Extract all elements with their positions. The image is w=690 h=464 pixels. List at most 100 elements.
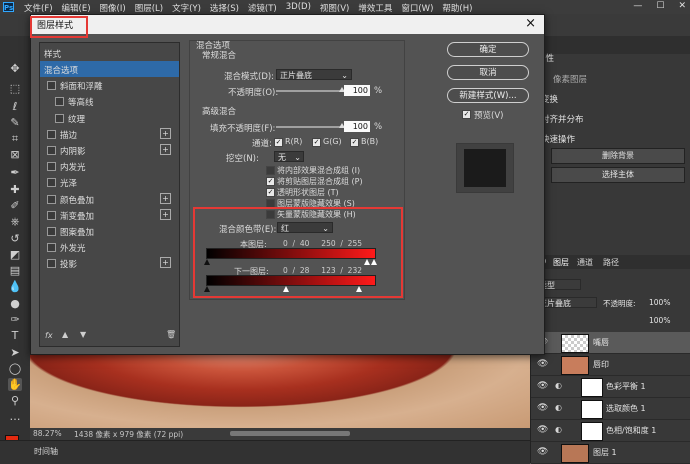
menu-item[interactable]: 帮助(H) [442,2,472,14]
layer-row[interactable]: 👁 ◐ 选取颜色 1 [531,398,690,420]
move-tool-icon[interactable]: ✥ [8,62,22,75]
marquee-tool-icon[interactable]: ⬚ [8,82,22,95]
more-tools-icon[interactable]: … [8,410,22,423]
layer-row[interactable]: 👁 嘴唇 [531,332,690,354]
style-checkbox[interactable] [47,243,56,253]
blend-interior-checkbox[interactable] [266,166,275,175]
pen-tool-icon[interactable]: ✑ [8,313,22,326]
clone-stamp-icon[interactable]: ⎈ [8,215,22,228]
style-item[interactable]: 斜面和浮雕 [40,77,179,93]
remove-background-button[interactable]: 删除背景 [551,148,685,164]
style-checkbox[interactable] [47,162,56,172]
style-item[interactable]: 内阴影 + [40,142,179,158]
tab-paths[interactable]: 路径 [603,257,619,268]
frame-tool-icon[interactable]: ⊠ [8,148,22,161]
style-item[interactable]: 光泽 [40,174,179,190]
menu-item[interactable]: 视图(V) [320,2,349,14]
visibility-eye-icon[interactable]: 👁 [537,447,548,457]
lasso-tool-icon[interactable]: ℓ [8,100,22,113]
channel-b-checkbox[interactable]: ✓ [350,138,359,147]
select-subject-button[interactable]: 选择主体 [551,167,685,183]
menu-item[interactable]: 滤镜(T) [248,2,277,14]
minimize-icon[interactable]: — [633,1,642,11]
healing-brush-icon[interactable]: ✚ [8,183,22,196]
add-effect-icon[interactable]: + [160,127,171,139]
style-checkbox[interactable] [47,81,56,91]
layer-fill-value[interactable]: 100% [649,316,670,325]
tab-layers[interactable]: 图层 [553,257,569,268]
crop-tool-icon[interactable]: ⌗ [8,132,22,145]
menu-item[interactable]: 窗口(W) [401,2,433,14]
style-checkbox[interactable] [47,259,56,269]
quick-select-icon[interactable]: ✎ [8,116,22,129]
menu-item[interactable]: 文件(F) [24,2,53,14]
visibility-eye-icon[interactable]: 👁 [537,381,548,391]
style-item[interactable]: 外发光 [40,239,179,255]
style-item[interactable]: 投影 + [40,255,179,271]
style-item[interactable]: 颜色叠加 + [40,191,179,207]
menu-item[interactable]: 编辑(E) [62,2,91,14]
underlying-black-slider[interactable] [204,286,210,292]
style-item[interactable]: 等高线 [40,93,179,109]
shape-tool-icon[interactable]: ◯ [8,362,22,375]
style-checkbox[interactable] [47,210,56,220]
style-checkbox[interactable] [55,113,64,123]
timeline-tab[interactable]: 时间轴 [34,446,58,457]
style-checkbox[interactable] [47,129,56,139]
this-layer-white-left-slider[interactable] [364,259,370,265]
hand-tool-icon[interactable]: ✋ [8,378,22,391]
layer-opacity-value[interactable]: 100% [649,298,670,307]
channel-r-checkbox[interactable]: ✓ [274,138,283,147]
path-select-icon[interactable]: ➤ [8,346,22,359]
cancel-button[interactable]: 取消 [447,65,529,80]
layer-row[interactable]: 👁 图层 1 [531,442,690,464]
menu-item[interactable]: 3D(D) [286,2,311,14]
eyedropper-icon[interactable]: ✒ [8,166,22,179]
style-checkbox[interactable] [55,97,64,107]
close-icon[interactable]: × [525,16,536,31]
eraser-icon[interactable]: ◩ [8,248,22,261]
opacity-slider[interactable] [276,87,345,92]
blur-tool-icon[interactable]: 💧 [8,280,22,293]
menu-item[interactable]: 文字(Y) [172,2,201,14]
new-style-button[interactable]: 新建样式(W)... [447,88,529,103]
dodge-tool-icon[interactable]: ● [8,297,22,310]
type-tool-icon[interactable]: T [8,329,22,342]
align-section[interactable]: 对齐并分布 [541,113,584,125]
knockout-select[interactable]: 无 ⌄ [274,151,304,162]
layer-row[interactable]: 👁 唇印 [531,354,690,376]
style-item[interactable]: 渐变叠加 + [40,207,179,223]
style-checkbox[interactable] [47,146,56,155]
close-window-icon[interactable]: ✕ [678,1,686,11]
opacity-input[interactable]: 100 [344,85,370,96]
fill-opacity-input[interactable]: 100 [344,121,370,132]
blend-mode-select[interactable]: 正片叠底 ⌄ [276,69,352,80]
add-effect-icon[interactable]: + [160,144,171,155]
menu-item[interactable]: 图层(L) [135,2,163,14]
transparency-shapes-checkbox[interactable]: ✓ [266,188,275,197]
brush-tool-icon[interactable]: ✐ [8,199,22,212]
history-brush-icon[interactable]: ↺ [8,232,22,245]
layer-row[interactable]: 👁 ◐ 色彩平衡 1 [531,376,690,398]
style-checkbox[interactable] [47,194,56,204]
move-up-icon[interactable]: ▲ [62,330,68,339]
this-layer-black-slider[interactable] [204,259,210,265]
fx-icon[interactable]: fx [45,331,53,340]
maximize-icon[interactable]: ☐ [656,1,664,11]
tab-channels[interactable]: 通道 [577,257,593,268]
style-item[interactable]: 图案叠加 [40,223,179,239]
add-effect-icon[interactable]: + [160,192,171,204]
style-item[interactable]: 纹理 [40,110,179,126]
add-effect-icon[interactable]: + [160,257,171,269]
style-item[interactable]: 混合选项 [40,61,179,77]
preview-checkbox[interactable]: ✓ [462,110,471,119]
visibility-eye-icon[interactable]: 👁 [537,403,548,413]
channel-g-checkbox[interactable]: ✓ [312,138,321,147]
underlying-white-right-slider[interactable] [356,286,362,292]
style-checkbox[interactable] [47,227,56,236]
zoom-tool-icon[interactable]: ⚲ [8,394,22,407]
visibility-eye-icon[interactable]: 👁 [537,359,548,369]
trash-icon[interactable]: 🗑 [166,330,176,339]
ok-button[interactable]: 确定 [447,42,529,57]
blend-clipped-checkbox[interactable]: ✓ [266,177,275,186]
